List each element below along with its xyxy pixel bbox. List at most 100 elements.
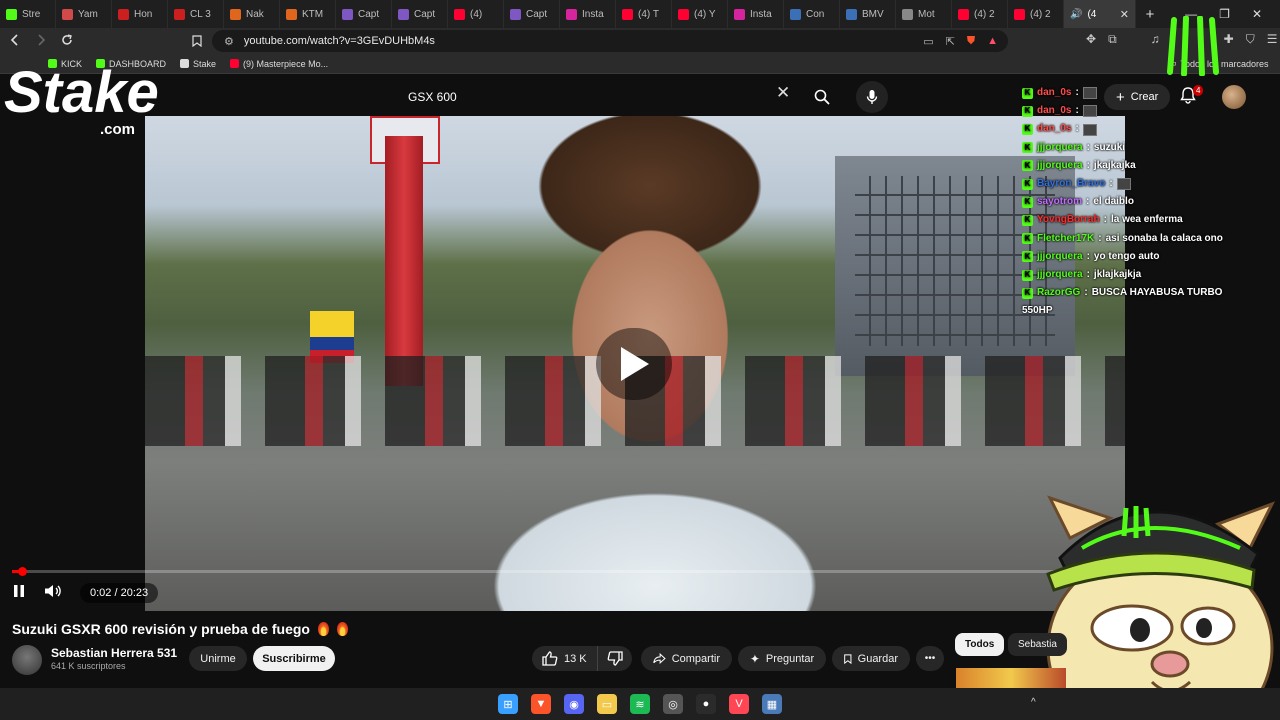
menu-icon[interactable]: ☰ xyxy=(1267,32,1278,47)
kick-badge-icon: K xyxy=(1022,251,1033,263)
browser-tab[interactable]: Yam xyxy=(56,0,112,28)
chip-all[interactable]: Todos xyxy=(955,633,1005,656)
ask-label: Preguntar xyxy=(765,652,815,665)
fire-emoji-icon xyxy=(317,622,329,636)
close-tab-icon[interactable]: ✕ xyxy=(1120,8,1129,21)
pause-icon xyxy=(14,584,24,597)
new-tab-button[interactable]: + xyxy=(1136,6,1164,23)
app-dark-icon[interactable]: ● xyxy=(696,694,716,714)
browser-tab[interactable]: (4) T xyxy=(616,0,672,28)
join-button[interactable]: Unirme xyxy=(189,646,247,671)
screenshot-icon[interactable]: ⧉ xyxy=(1108,32,1117,47)
bookmark-page-icon[interactable] xyxy=(186,34,208,50)
tab-label: CL 3 xyxy=(190,8,211,20)
tab-favicon-icon xyxy=(6,8,17,20)
valorant-icon[interactable]: V xyxy=(729,694,749,714)
tab-favicon-icon xyxy=(622,8,633,20)
pause-button[interactable] xyxy=(12,583,26,604)
browser-tab[interactable]: (4) 2 xyxy=(952,0,1008,28)
cast-icon[interactable]: ▭ xyxy=(923,35,933,48)
extensions-icon[interactable]: ✥ xyxy=(1086,32,1096,47)
browser-tab[interactable]: Insta xyxy=(728,0,784,28)
chat-text: yo tengo auto xyxy=(1093,250,1160,262)
search-query: GSX 600 xyxy=(408,90,457,104)
more-actions-button[interactable]: ••• xyxy=(916,646,944,671)
subscriber-count: 641 K suscriptores xyxy=(51,661,126,671)
save-button[interactable]: Guardar xyxy=(832,646,910,671)
tab-label: (4) 2 xyxy=(974,8,995,20)
volume-button[interactable] xyxy=(44,583,62,604)
browser-tab[interactable]: KTM xyxy=(280,0,336,28)
sidebar-icon[interactable]: ✚ xyxy=(1224,32,1234,47)
system-tray-chevron-icon[interactable]: ^ xyxy=(1031,697,1036,708)
browser-tab[interactable]: CL 3 xyxy=(168,0,224,28)
ask-button[interactable]: ✦ Preguntar xyxy=(738,646,826,671)
dislike-button[interactable] xyxy=(598,646,632,671)
address-bar[interactable]: ⚙ youtube.com/watch?v=3GEvDUHbM4s ▭ ⇱ ⛊ … xyxy=(212,30,1008,52)
chat-username: jjjorquera xyxy=(1037,141,1083,153)
video-title-text: Suzuki GSXR 600 revisión y prueba de fue… xyxy=(12,621,310,637)
browser-tab[interactable]: (4) xyxy=(448,0,504,28)
close-window-button[interactable]: ✕ xyxy=(1252,7,1262,21)
tab-favicon-icon xyxy=(454,8,465,20)
spotify-icon[interactable]: ≋ xyxy=(630,694,650,714)
discord-icon[interactable]: ◉ xyxy=(564,694,584,714)
join-label: Unirme xyxy=(200,652,236,665)
channel-avatar[interactable] xyxy=(12,645,42,675)
reload-button[interactable] xyxy=(56,33,78,49)
stake-logo-sub: .com xyxy=(100,121,135,138)
kick-badge-icon: K xyxy=(1022,160,1033,172)
brave-rewards-icon[interactable]: ▲ xyxy=(987,35,998,48)
active-tab[interactable]: 🔊 (4 ✕ xyxy=(1064,0,1136,28)
browser-tab[interactable]: Hon xyxy=(112,0,168,28)
brave-shield-icon[interactable]: ⛊ xyxy=(967,35,975,48)
calculator-icon[interactable]: ▦ xyxy=(762,694,782,714)
bookmark-item[interactable]: (9) Masterpiece Mo... xyxy=(230,59,328,69)
browser-tab[interactable]: BMV xyxy=(840,0,896,28)
center-play-button[interactable] xyxy=(596,328,672,400)
browser-tab[interactable]: Capt xyxy=(392,0,448,28)
chat-username: jjjorquera xyxy=(1037,159,1083,171)
tab-favicon-icon xyxy=(678,8,689,20)
browser-tab[interactable]: (4) 2 xyxy=(1008,0,1064,28)
browser-tab[interactable]: Capt xyxy=(336,0,392,28)
voice-search-button[interactable] xyxy=(856,81,888,113)
browser-tab[interactable]: Insta xyxy=(560,0,616,28)
tab-label: Stre xyxy=(22,8,41,20)
back-button[interactable] xyxy=(4,33,26,49)
video-progress-bar[interactable] xyxy=(12,567,1129,576)
forward-button[interactable] xyxy=(30,33,52,49)
streamer-cat-mascot xyxy=(1046,495,1276,720)
browser-tab[interactable]: Nak xyxy=(224,0,280,28)
browser-tab[interactable]: Mot xyxy=(896,0,952,28)
tab-favicon-icon xyxy=(790,8,801,20)
chat-username: dan_0s xyxy=(1037,123,1072,135)
like-button[interactable]: 13 K xyxy=(532,646,598,671)
tab-favicon-icon xyxy=(902,8,913,20)
channel-name[interactable]: Sebastian Herrera 531 xyxy=(51,646,177,660)
media-icon[interactable]: ♫ xyxy=(1151,32,1160,47)
file-explorer-icon[interactable]: ▭ xyxy=(597,694,617,714)
browser-tab[interactable]: Stre xyxy=(0,0,56,28)
brave-browser-icon[interactable]: ▼ xyxy=(531,694,551,714)
browser-tab[interactable]: (4) Y xyxy=(672,0,728,28)
browser-tab[interactable]: Capt xyxy=(504,0,560,28)
search-button[interactable] xyxy=(806,81,838,113)
subscribe-button[interactable]: Suscribirme xyxy=(253,646,335,671)
chip-channel[interactable]: Sebastia xyxy=(1008,633,1067,656)
browser-tab[interactable]: Con xyxy=(784,0,840,28)
clear-search-icon[interactable]: ✕ xyxy=(776,83,790,103)
windows-start-icon[interactable]: ⊞ xyxy=(498,694,518,714)
progress-scrubber[interactable] xyxy=(18,567,27,576)
share-button[interactable]: Compartir xyxy=(641,646,732,671)
search-input[interactable]: GSX 600 xyxy=(398,84,800,110)
vpn-icon[interactable]: ⛉ xyxy=(1246,32,1255,47)
chat-separator: : xyxy=(1086,250,1090,262)
share-icon[interactable]: ⇱ xyxy=(946,35,955,48)
obs-icon[interactable]: ◎ xyxy=(663,694,683,714)
related-video-thumbnail[interactable] xyxy=(956,668,1066,688)
stake-logo-text: Stake xyxy=(4,60,159,125)
tab-label: Insta xyxy=(750,8,772,20)
site-info-icon[interactable]: ⚙ xyxy=(224,35,234,48)
bookmark-item[interactable]: Stake xyxy=(180,59,216,69)
